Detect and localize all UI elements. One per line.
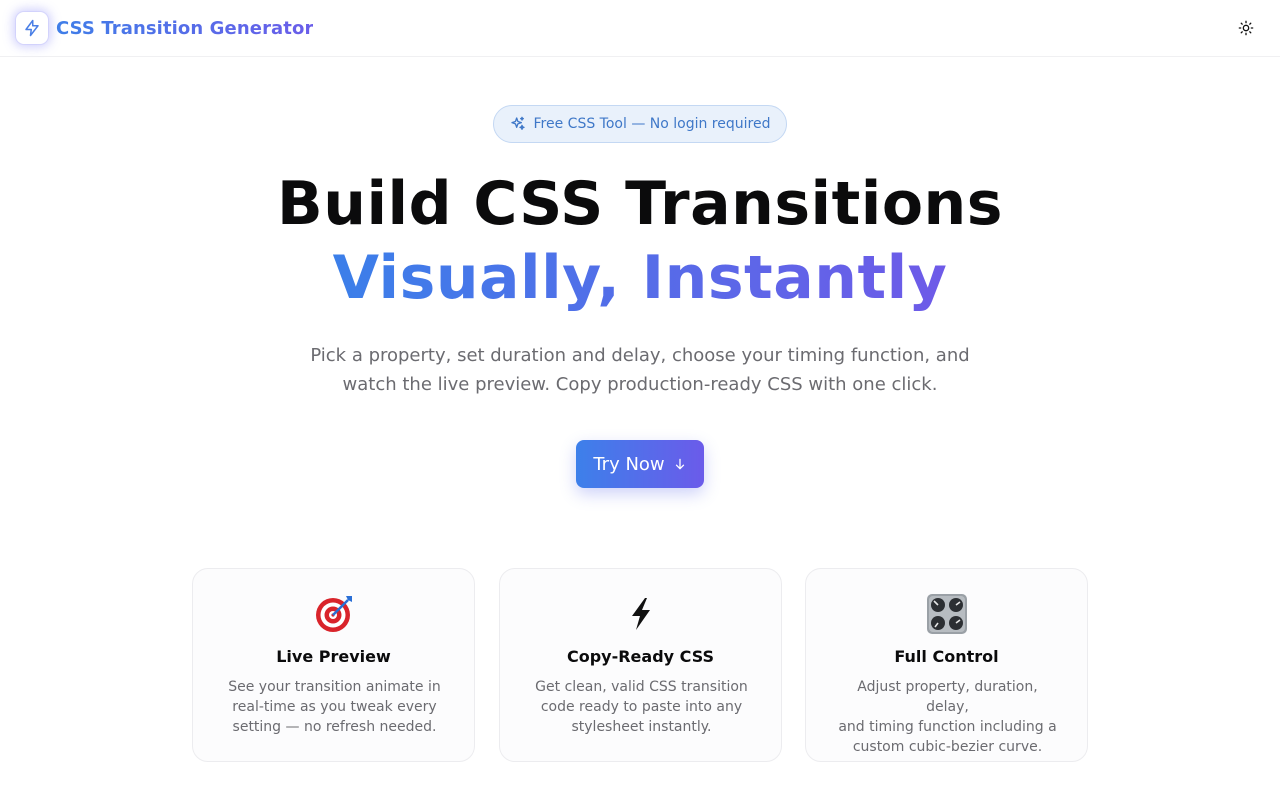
lightning-icon bbox=[500, 593, 781, 635]
sparkles-icon bbox=[510, 116, 526, 132]
hero-title-accent-text: Visually, Instantly bbox=[332, 243, 948, 313]
feature-title: Live Preview bbox=[276, 647, 391, 666]
brand-link[interactable]: CSS Transition Generator bbox=[16, 12, 313, 44]
feature-card-copy-ready-css: Copy-Ready CSS Get clean, valid CSS tran… bbox=[499, 568, 782, 762]
arrow-down-icon bbox=[673, 457, 687, 471]
brand-name: CSS Transition Generator bbox=[56, 17, 314, 39]
feature-description-line: code ready to paste into any bbox=[540, 699, 743, 715]
feature-description-line: See your transition animate in bbox=[228, 679, 441, 695]
feature-description-line: and timing function including a bbox=[838, 719, 1057, 735]
control-knobs-icon bbox=[806, 593, 1087, 635]
badge-label: Free CSS Tool — No login required bbox=[533, 116, 771, 132]
try-now-button[interactable]: Try Now bbox=[576, 440, 704, 488]
feature-card-full-control: Full Control Adjust property, duration, … bbox=[805, 568, 1088, 762]
free-tool-badge: Free CSS Tool — No login required bbox=[493, 105, 787, 143]
top-bar: CSS Transition Generator bbox=[0, 0, 1280, 57]
theme-toggle-button[interactable] bbox=[1234, 16, 1258, 40]
feature-description-line: Get clean, valid CSS transition bbox=[535, 679, 748, 695]
feature-card-live-preview: Live Preview See your transition animate… bbox=[192, 568, 475, 762]
feature-description-line: custom cubic-bezier curve. bbox=[852, 739, 1043, 755]
feature-description: Adjust property, duration, delay, and ti… bbox=[836, 677, 1059, 757]
feature-title: Copy-Ready CSS bbox=[566, 647, 715, 666]
feature-description: See your transition animate in real-time… bbox=[223, 677, 446, 737]
hero-title: Build CSS Transitions bbox=[277, 169, 1003, 239]
feature-description-line: setting — no refresh needed. bbox=[232, 719, 437, 735]
feature-description-line: real-time as you tweak every bbox=[232, 699, 437, 715]
sun-icon bbox=[1238, 20, 1254, 36]
feature-description-line: Adjust property, duration, delay, bbox=[857, 679, 1038, 715]
feature-description-line: stylesheet instantly. bbox=[571, 719, 712, 735]
feature-description: Get clean, valid CSS transition code rea… bbox=[530, 677, 753, 737]
lightning-bolt-icon bbox=[16, 12, 48, 44]
target-icon bbox=[193, 593, 474, 635]
hero-subtitle-line-2: watch the live preview. Copy production-… bbox=[342, 374, 938, 395]
hero-subtitle: Pick a property, set duration and delay,… bbox=[290, 341, 990, 399]
hero-subtitle-line-1: Pick a property, set duration and delay,… bbox=[310, 345, 970, 366]
feature-title: Full Control bbox=[894, 647, 999, 666]
hero-title-accent: Visually, Instantly bbox=[0, 242, 1280, 314]
try-now-label: Try Now bbox=[593, 453, 665, 475]
